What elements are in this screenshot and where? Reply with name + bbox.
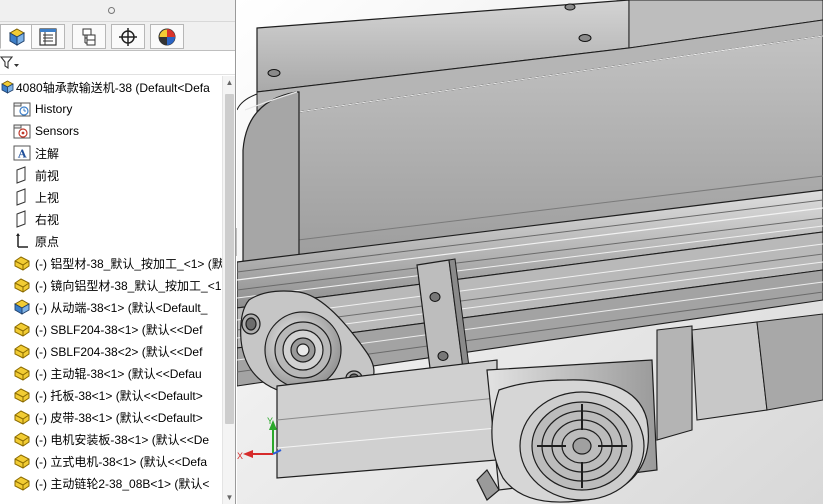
annotations-icon: A	[13, 145, 31, 161]
part-icon	[14, 476, 30, 491]
triad-y-label: Y	[267, 416, 273, 426]
sensors-folder-icon	[13, 124, 31, 139]
tree-root-assembly[interactable]: 4080轴承款输送机-38 (Default<Defa	[0, 76, 222, 98]
part-icon	[14, 432, 30, 447]
crosshair-icon	[119, 27, 137, 46]
part-icon	[14, 322, 30, 337]
subassembly-icon	[14, 299, 30, 315]
configuration-manager-tab[interactable]	[72, 24, 106, 49]
plane-icon	[16, 166, 26, 184]
tree-item-part[interactable]: (-) 铝型材-38_默认_按加工_<1> (默	[0, 252, 222, 274]
part-icon	[14, 344, 30, 359]
configuration-icon	[82, 28, 96, 45]
part-icon	[14, 454, 30, 469]
svg-text:A: A	[17, 148, 27, 161]
history-folder-icon	[13, 102, 31, 117]
conveyor-model-render: Y X	[237, 0, 823, 504]
panel-grip-icon[interactable]	[108, 7, 115, 14]
feature-manager-tab[interactable]	[0, 24, 34, 49]
tree-item-sensors[interactable]: Sensors	[0, 120, 222, 142]
feature-tree-icon	[8, 27, 26, 46]
assembly-icon	[0, 80, 14, 94]
panel-header	[0, 0, 235, 22]
tree-item-part[interactable]: (-) 立式电机-38<1> (默认<<Defa	[0, 450, 222, 472]
triad-x-label: X	[237, 451, 243, 461]
tree-item-part[interactable]: (-) 皮带-38<1> (默认<<Default>	[0, 406, 222, 428]
feature-tree: 4080轴承款输送机-38 (Default<Defa History Sens…	[0, 76, 222, 504]
feature-manager-panel: 4080轴承款输送机-38 (Default<Defa History Sens…	[0, 0, 236, 504]
scrollbar-thumb[interactable]	[225, 94, 234, 424]
tree-item-part[interactable]: (-) SBLF204-38<2> (默认<<Def	[0, 340, 222, 362]
tree-scrollbar[interactable]: ▲ ▼	[222, 76, 235, 504]
filter-row	[0, 51, 235, 75]
funnel-icon	[0, 56, 19, 70]
plane-icon	[16, 210, 26, 228]
part-icon	[14, 256, 30, 271]
tree-item-annotations[interactable]: A 注解	[0, 142, 222, 164]
tree-item-part[interactable]: (-) 托板-38<1> (默认<<Default>	[0, 384, 222, 406]
tree-item-part[interactable]: (-) 主动链轮2-38_08B<1> (默认<	[0, 472, 222, 494]
display-manager-tab[interactable]	[150, 24, 184, 49]
tree-item-top-plane[interactable]: 上视	[0, 186, 222, 208]
tree-item-part[interactable]: (-) 主动辊-38<1> (默认<<Defau	[0, 362, 222, 384]
tree-item-front-plane[interactable]: 前视	[0, 164, 222, 186]
origin-icon	[16, 233, 28, 248]
manager-tabs	[0, 22, 235, 51]
tree-item-history[interactable]: History	[0, 98, 222, 120]
graphics-viewport[interactable]: Y X	[237, 0, 823, 504]
part-icon	[14, 410, 30, 425]
part-icon	[14, 366, 30, 381]
part-icon	[14, 278, 30, 293]
tree-root-label: 4080轴承款输送机-38 (Default<Defa	[16, 80, 210, 95]
tree-item-origin[interactable]: 原点	[0, 230, 222, 252]
scroll-up-arrow-icon[interactable]: ▲	[225, 78, 234, 87]
part-icon	[14, 388, 30, 403]
tree-item-right-plane[interactable]: 右视	[0, 208, 222, 230]
scroll-down-arrow-icon[interactable]: ▼	[225, 493, 234, 502]
tree-item-part[interactable]: (-) 镜向铝型材-38_默认_按加工_<1	[0, 274, 222, 296]
tree-item-subassembly[interactable]: (-) 从动端-38<1> (默认<Default_	[0, 296, 222, 318]
tree-item-part[interactable]: (-) 电机安装板-38<1> (默认<<De	[0, 428, 222, 450]
dimxpert-tab[interactable]	[111, 24, 145, 49]
plane-icon	[16, 188, 26, 206]
filter-button[interactable]	[0, 55, 22, 71]
color-wheel-icon	[158, 28, 176, 45]
property-manager-tab[interactable]	[31, 24, 65, 49]
property-icon	[39, 27, 57, 46]
tree-item-part[interactable]: (-) SBLF204-38<1> (默认<<Def	[0, 318, 222, 340]
motor	[476, 359, 658, 503]
